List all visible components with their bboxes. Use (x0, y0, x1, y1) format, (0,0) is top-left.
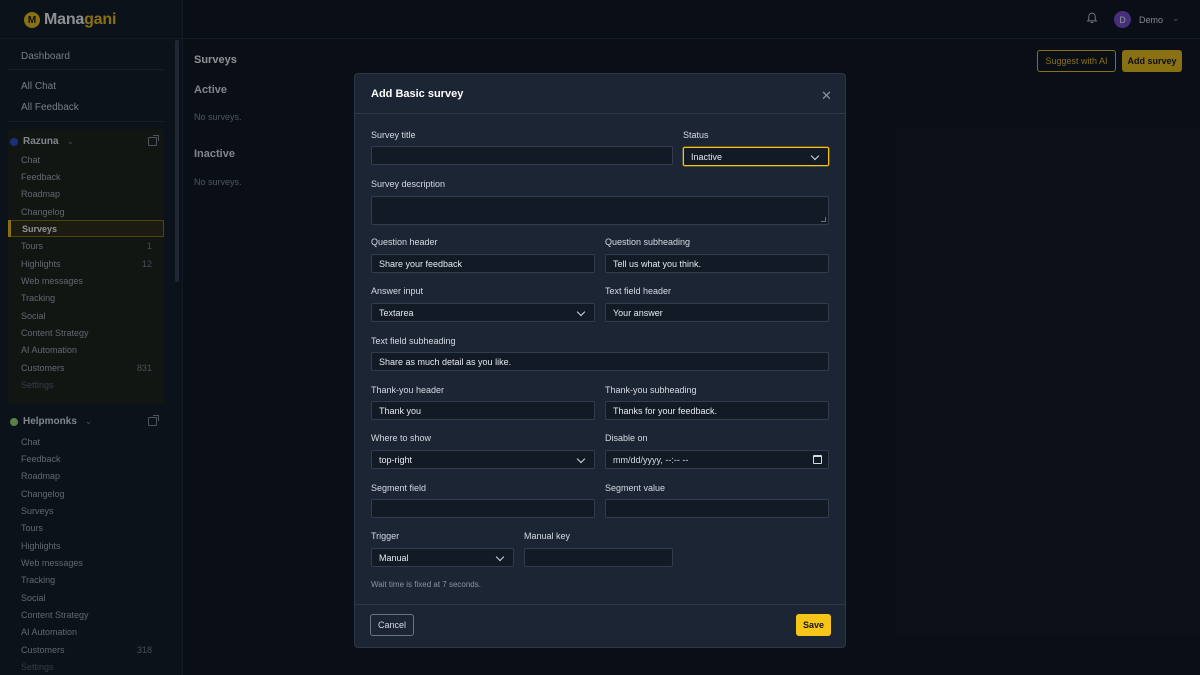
manual-key-input[interactable] (524, 548, 673, 567)
status-select[interactable]: Inactive (683, 147, 829, 166)
question-header-label: Question header (371, 237, 438, 247)
status-label: Status (683, 130, 709, 140)
resize-handle-icon[interactable] (821, 217, 826, 222)
survey-description-textarea[interactable] (371, 196, 829, 225)
survey-description-label: Survey description (371, 179, 446, 189)
answer-input-select[interactable]: Textarea (371, 303, 595, 322)
thankyou-header-label: Thank-you header (371, 385, 445, 395)
save-button[interactable]: Save (796, 614, 831, 636)
thankyou-subheading-label: Thank-you subheading (605, 385, 697, 395)
thankyou-header-input[interactable]: Thank you (371, 401, 595, 420)
disable-on-label: Disable on (605, 433, 648, 443)
divider (355, 113, 845, 114)
thankyou-subheading-input[interactable]: Thanks for your feedback. (605, 401, 829, 420)
divider (355, 604, 845, 605)
calendar-icon[interactable] (813, 455, 822, 464)
text-field-header-label: Text field header (605, 286, 672, 296)
disable-on-datetime-input[interactable]: mm/dd/yyyy, --:-- -- (605, 450, 829, 469)
trigger-label: Trigger (371, 531, 400, 541)
text-field-subheading-label: Text field subheading (371, 336, 456, 346)
survey-title-input[interactable] (371, 146, 673, 165)
segment-value-input[interactable] (605, 499, 829, 518)
survey-title-label: Survey title (371, 130, 416, 140)
disable-on-value: mm/dd/yyyy, --:-- -- (613, 454, 689, 465)
where-to-show-label: Where to show (371, 433, 432, 443)
trigger-select[interactable]: Manual (371, 548, 514, 567)
question-header-input[interactable]: Share your feedback (371, 254, 595, 273)
segment-field-input[interactable] (371, 499, 595, 518)
modal-title: Add Basic survey (371, 88, 464, 100)
segment-value-label: Segment value (605, 483, 666, 493)
where-to-show-select[interactable]: top-right (371, 450, 595, 469)
segment-field-label: Segment field (371, 483, 427, 493)
cancel-button[interactable]: Cancel (370, 614, 414, 636)
question-subheading-label: Question subheading (605, 237, 691, 247)
manual-key-label: Manual key (524, 531, 571, 541)
text-field-header-input[interactable]: Your answer (605, 303, 829, 322)
wait-time-hint: Wait time is fixed at 7 seconds. (371, 580, 481, 589)
text-field-subheading-input[interactable]: Share as much detail as you like. (371, 352, 829, 371)
add-survey-modal: Add Basic survey ✕ Survey title Status I… (354, 73, 846, 648)
close-icon[interactable]: ✕ (821, 88, 832, 104)
answer-input-label: Answer input (371, 286, 424, 296)
question-subheading-input[interactable]: Tell us what you think. (605, 254, 829, 273)
